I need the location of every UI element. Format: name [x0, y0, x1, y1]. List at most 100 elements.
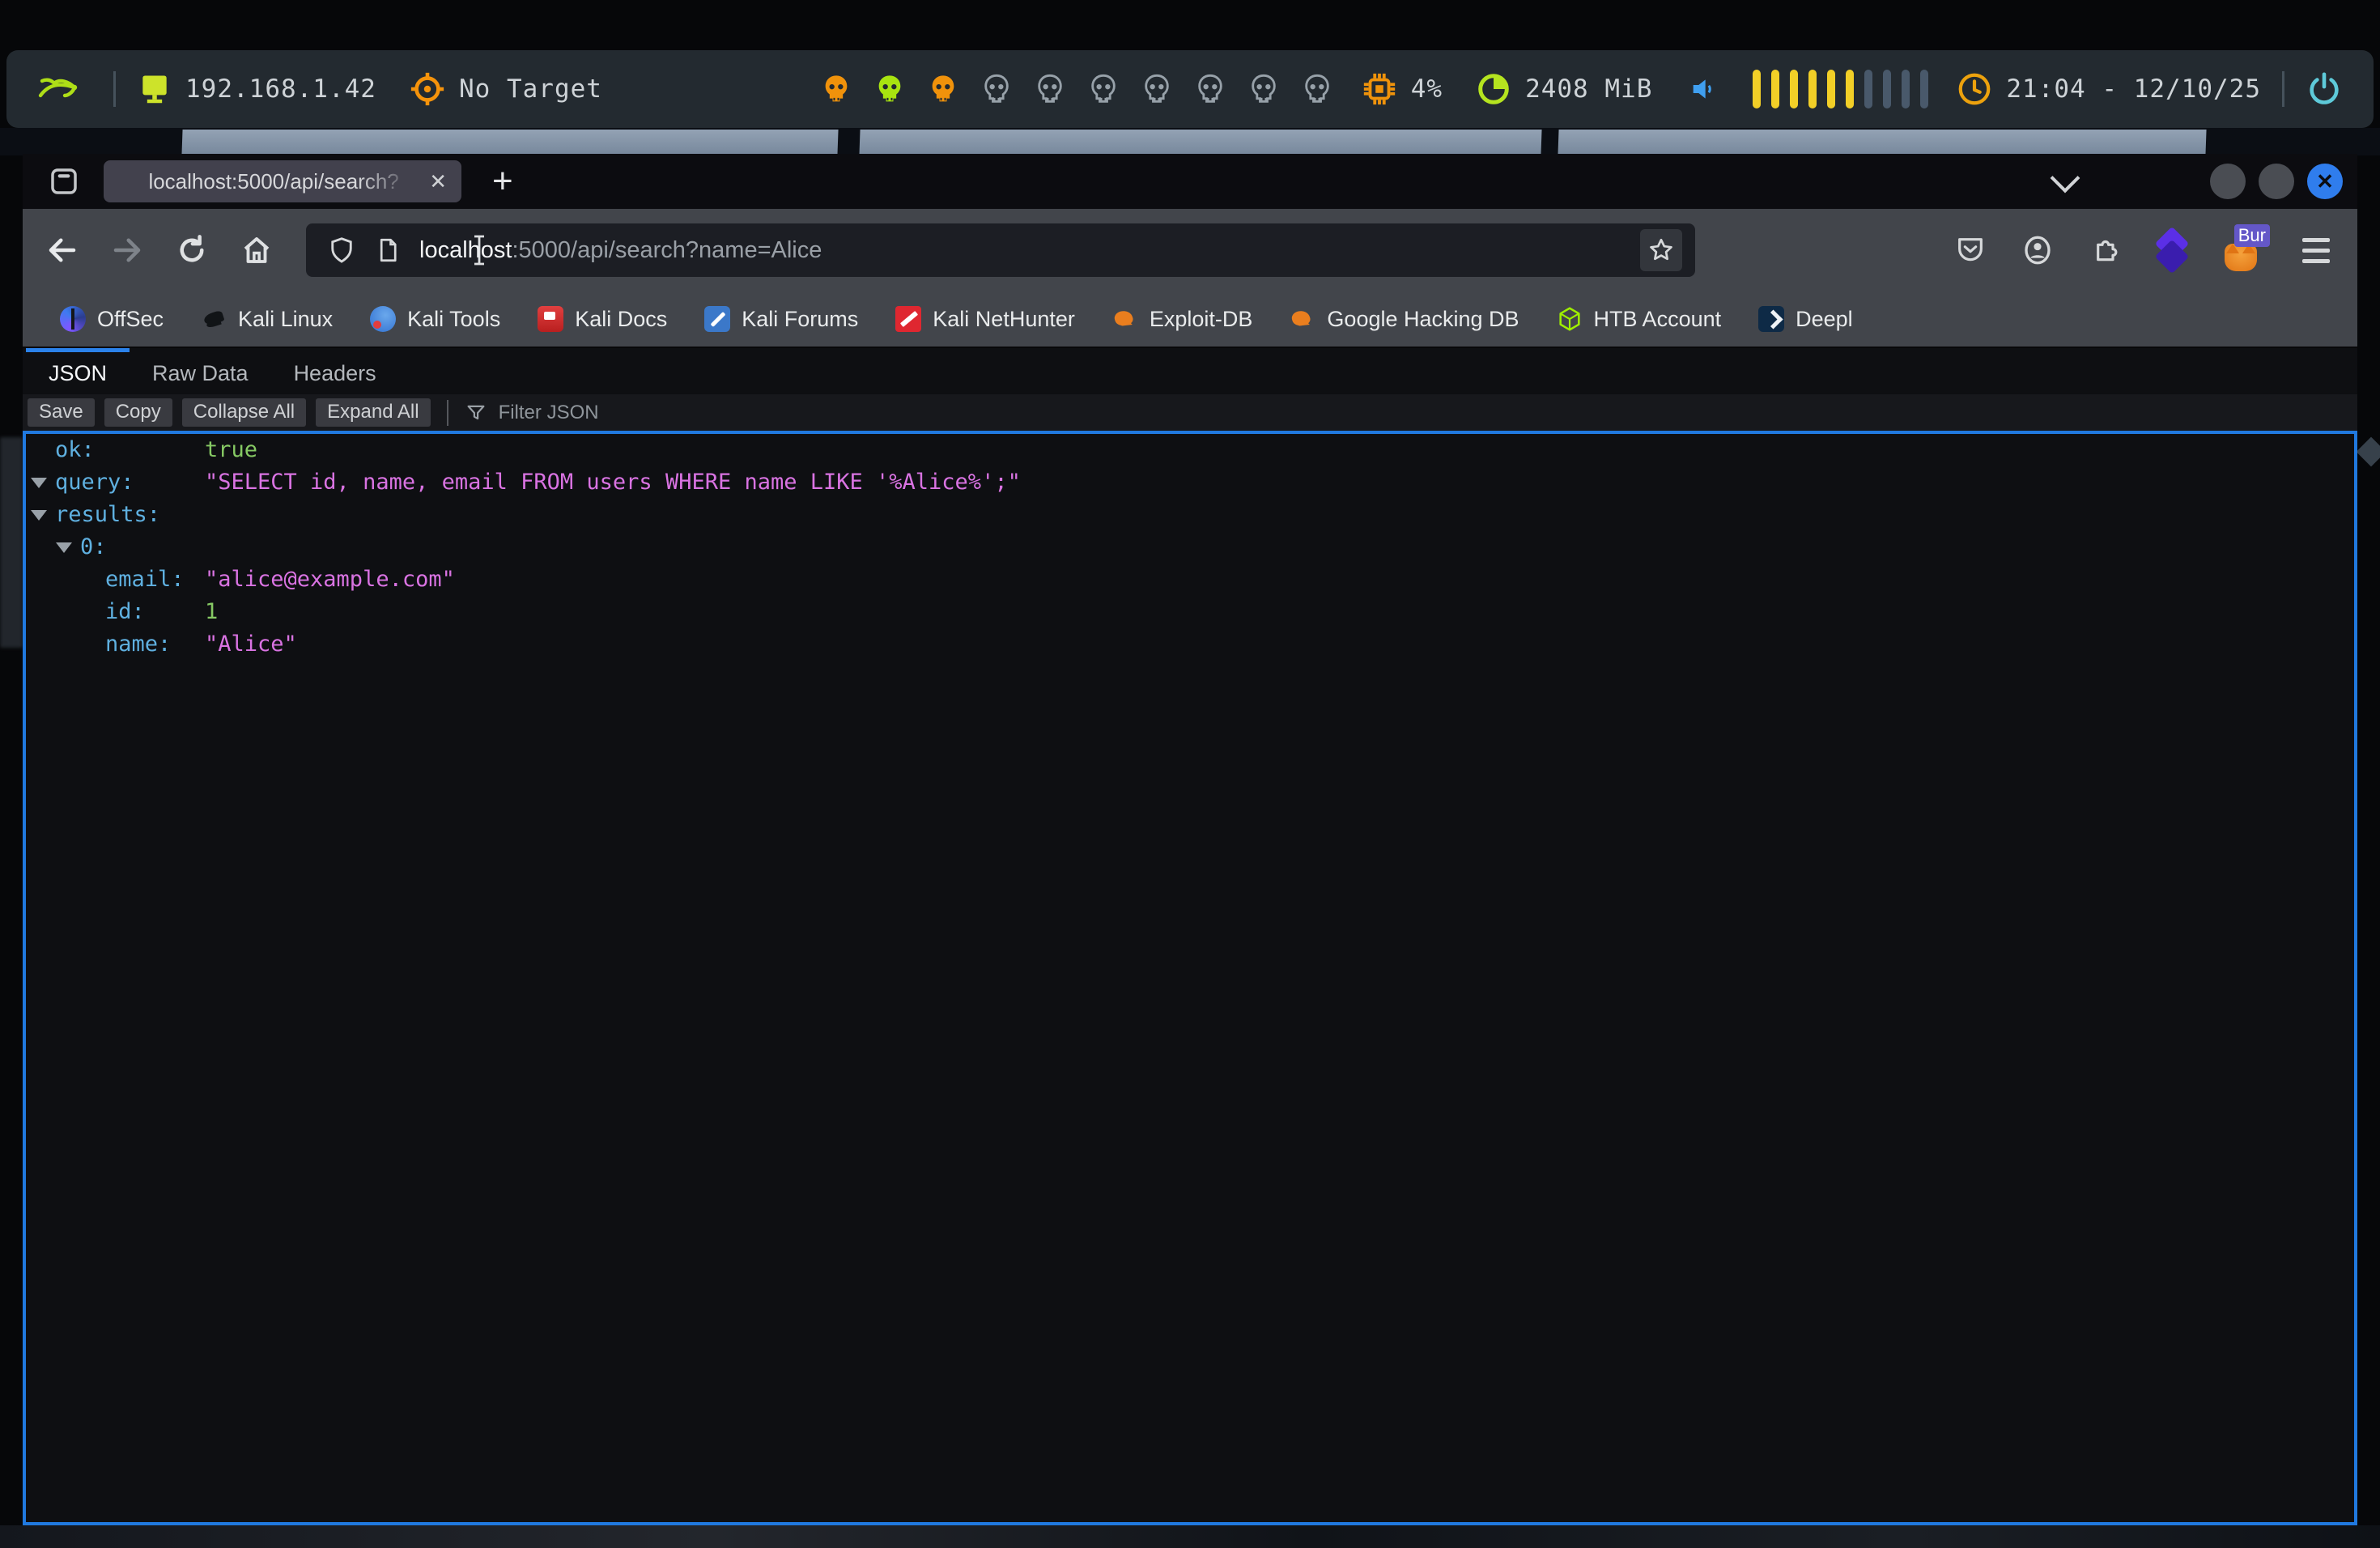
bookmark-item[interactable]: Kali Docs [538, 306, 667, 332]
burp-badge: Bur [2234, 224, 2270, 247]
cpu-usage[interactable]: 4% [1411, 74, 1443, 104]
json-value: 1 [205, 596, 218, 628]
volume-bars[interactable] [1753, 70, 1928, 108]
page-icon[interactable] [374, 236, 402, 264]
desktop-wallpaper-left [0, 437, 23, 648]
bookmark-label: Kali NetHunter [933, 307, 1075, 332]
funnel-icon [465, 402, 487, 424]
tab-headers[interactable]: Headers [271, 348, 399, 394]
json-value: "alice@example.com" [205, 563, 455, 596]
desktop-wallpaper-detail [2357, 437, 2380, 467]
panel-ip[interactable]: 192.168.1.42 [185, 74, 376, 104]
navigation-toolbar: localhost:5000/api/search?name=Alice Bur [23, 209, 2357, 291]
bookmark-label: Kali Linux [238, 307, 333, 332]
json-key: id: [105, 596, 145, 628]
reload-button[interactable] [173, 232, 210, 269]
bookmark-label: Kali Docs [575, 307, 667, 332]
bookmark-item[interactable]: Deepl [1758, 306, 1853, 332]
json-row[interactable]: results: [26, 499, 2354, 531]
bookmark-label: HTB Account [1594, 307, 1722, 332]
menu-hamburger-icon[interactable] [2302, 238, 2330, 263]
deepl-icon [1758, 306, 1784, 332]
copy-button[interactable]: Copy [104, 398, 172, 426]
bookmark-label: Kali Forums [742, 307, 858, 332]
burp-extension-icon[interactable]: Bur [2223, 229, 2268, 271]
kali-menu-icon[interactable] [37, 70, 79, 108]
url-path: :5000/api/search?name=Alice [512, 237, 822, 263]
save-button[interactable]: Save [28, 398, 95, 426]
list-tabs-chevron-icon[interactable] [2051, 164, 2080, 194]
wallpaper-panel [181, 130, 838, 155]
json-content[interactable]: ok:truequery:"SELECT id, name, email FRO… [23, 431, 2357, 1525]
maximize-button[interactable] [2259, 164, 2294, 199]
panel-separator [113, 71, 116, 107]
collapse-all-button[interactable]: Collapse All [182, 398, 306, 426]
json-key: name: [105, 628, 171, 661]
skull-icon [1301, 73, 1333, 105]
tab-raw-data[interactable]: Raw Data [130, 348, 271, 394]
volume-bar [1808, 70, 1817, 108]
shield-icon[interactable] [327, 236, 356, 265]
pocket-icon[interactable] [1954, 234, 1987, 266]
kali-panel: 192.168.1.42 No Target 4% 2408 M [6, 50, 2374, 128]
bookmark-item[interactable]: OffSec [60, 306, 164, 332]
panel-clock[interactable]: 21:04 - 12/10/25 [2006, 74, 2261, 104]
expand-arrow-icon[interactable] [56, 542, 72, 553]
skull-icon [1087, 73, 1120, 105]
browser-tab[interactable]: localhost:5000/api/search? ✕ [104, 160, 461, 202]
skull-indicators [820, 73, 1333, 105]
power-icon[interactable] [2306, 70, 2343, 108]
json-key: 0: [80, 531, 107, 563]
extensions-puzzle-icon[interactable] [2089, 234, 2121, 266]
volume-bar [1790, 70, 1798, 108]
filter-placeholder: Filter JSON [499, 402, 599, 424]
expand-arrow-icon[interactable] [31, 478, 47, 488]
target-icon [409, 70, 446, 108]
bookmark-item[interactable]: Kali Forums [704, 306, 858, 332]
json-row[interactable]: 0: [26, 531, 2354, 563]
bookmark-label: Google Hacking DB [1327, 307, 1519, 332]
clock-icon [1956, 70, 1993, 108]
expand-all-button[interactable]: Expand All [316, 398, 430, 426]
close-window-button[interactable]: ✕ [2307, 164, 2343, 199]
memory-usage[interactable]: 2408 MiB [1525, 74, 1652, 104]
filter-json-input[interactable]: Filter JSON [465, 394, 2357, 431]
json-value: "SELECT id, name, email FROM users WHERE… [205, 466, 1021, 499]
ghdb-icon [1290, 306, 1315, 332]
firefox-view-icon[interactable] [47, 164, 81, 198]
bookmark-item[interactable]: HTB Account [1557, 306, 1722, 332]
forward-button[interactable] [108, 232, 146, 269]
panel-target-label[interactable]: No Target [459, 74, 602, 104]
json-key: results: [55, 499, 160, 531]
back-button[interactable] [44, 232, 81, 269]
bookmark-star-icon[interactable] [1640, 229, 1682, 271]
url-bar[interactable]: localhost:5000/api/search?name=Alice [306, 223, 1695, 277]
account-icon[interactable] [2021, 233, 2055, 267]
skull-icon [1141, 73, 1173, 105]
firefox-window: localhost:5000/api/search? ✕ + ✕ [23, 154, 2357, 1525]
skull-icon [873, 73, 906, 105]
bookmark-item[interactable]: Google Hacking DB [1290, 306, 1519, 332]
toolbar-separator [447, 400, 448, 426]
bookmark-item[interactable]: Kali NetHunter [895, 306, 1075, 332]
tab-title: localhost:5000/api/search? [123, 169, 424, 194]
json-key: query: [55, 466, 134, 499]
expand-arrow-icon[interactable] [31, 510, 47, 521]
home-button[interactable] [238, 232, 275, 269]
skull-icon [927, 73, 959, 105]
kalidocs-icon [538, 306, 563, 332]
volume-icon[interactable] [1688, 73, 1720, 105]
wallpaper-panel [1558, 130, 2206, 155]
bookmarks-bar: OffSec Kali Linux Kali Tools Kali Docs Kali … [23, 291, 2357, 348]
edb-icon [1112, 306, 1138, 332]
foxyproxy-icon[interactable] [2155, 232, 2189, 269]
fox-face-icon [2225, 244, 2257, 271]
tab-close-icon[interactable]: ✕ [429, 169, 447, 194]
tab-json[interactable]: JSON [26, 348, 130, 394]
bookmark-item[interactable]: Exploit-DB [1112, 306, 1253, 332]
bookmark-item[interactable]: Kali Tools [370, 306, 500, 332]
memory-pie-icon [1475, 70, 1512, 108]
bookmark-item[interactable]: Kali Linux [201, 306, 333, 332]
json-row[interactable]: query: "SELECT id, name, email FROM users… [26, 466, 2354, 499]
minimize-button[interactable] [2210, 164, 2246, 199]
